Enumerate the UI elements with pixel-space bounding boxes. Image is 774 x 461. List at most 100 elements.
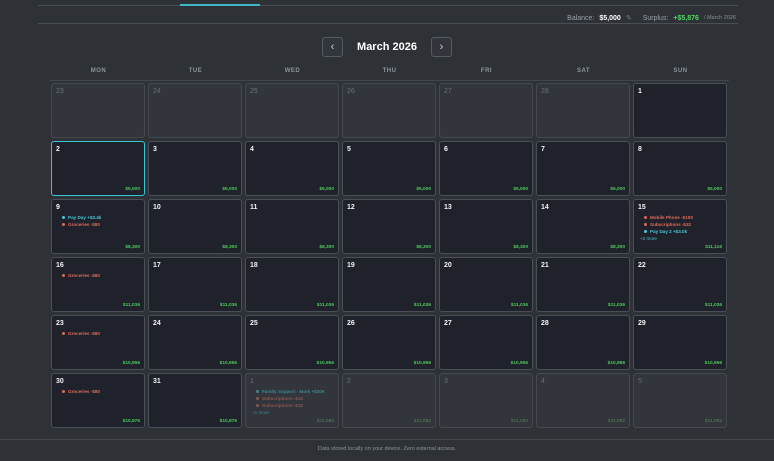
day-balance: $11,036 [704, 303, 722, 308]
day-cell[interactable]: 25 [245, 83, 339, 138]
day-cell[interactable]: 3 $5,000 [148, 141, 242, 196]
day-balance: $5,000 [416, 187, 431, 192]
event-list: Groceries -$80 [56, 330, 140, 337]
event-label: Pay Day +$3.4k [68, 215, 102, 220]
day-cell[interactable]: 13 $8,300 [439, 199, 533, 254]
day-cell[interactable]: 9 Pay Day +$3.4k Groceries -$80 $8,300 [51, 199, 145, 254]
day-cell[interactable]: 18 $11,036 [245, 257, 339, 312]
day-cell[interactable]: 26 $10,956 [342, 315, 436, 370]
day-balance: $11,036 [510, 303, 528, 308]
day-cell[interactable]: 20 $11,036 [439, 257, 533, 312]
day-number: 7 [541, 146, 545, 153]
day-cell[interactable]: 31 $10,876 [148, 373, 242, 428]
weekday-divider [50, 80, 729, 81]
expense-event[interactable]: Subscriptions -$32 [250, 395, 334, 402]
day-balance: $5,000 [319, 187, 334, 192]
day-cell[interactable]: 24 $10,956 [148, 315, 242, 370]
day-cell[interactable]: 14 $8,300 [536, 199, 630, 254]
day-cell[interactable]: 12 $8,300 [342, 199, 436, 254]
day-cell[interactable]: 8 $5,000 [633, 141, 727, 196]
day-cell-today[interactable]: 2 $5,000 [51, 141, 145, 196]
day-cell[interactable]: 15 Mobile Phone -$100 Subscriptions -$32 Pa… [633, 199, 727, 254]
day-number: 11 [250, 204, 258, 211]
expense-event[interactable]: Subscriptions -$32 [638, 221, 722, 228]
expense-event[interactable]: Groceries -$80 [56, 330, 140, 337]
chevron-right-icon: › [439, 41, 444, 53]
income-event[interactable]: Pay Day +$3.4k [56, 214, 140, 221]
day-cell[interactable]: 3 $11,082 [439, 373, 533, 428]
day-number: 27 [444, 88, 452, 95]
day-cell[interactable]: 22 $11,036 [633, 257, 727, 312]
more-events-link[interactable]: +1 more [250, 409, 334, 416]
event-dot-icon [62, 274, 65, 277]
more-events-link[interactable]: +2 more [638, 235, 722, 242]
prev-month-button[interactable]: ‹ [322, 37, 343, 57]
day-balance: $10,956 [510, 361, 528, 366]
day-number: 15 [638, 204, 646, 211]
surplus-period: / March 2026 [703, 15, 736, 21]
day-cell[interactable]: 5 $5,000 [342, 141, 436, 196]
expense-event[interactable]: Subscriptions -$32 [250, 402, 334, 409]
day-balance: $11,036 [607, 303, 625, 308]
next-month-button[interactable]: › [431, 37, 452, 57]
day-cell[interactable]: 1 [633, 83, 727, 138]
day-balance: $8,300 [610, 245, 625, 250]
event-dot-icon [256, 390, 259, 393]
day-number: 2 [347, 378, 351, 385]
day-cell[interactable]: 29 $10,956 [633, 315, 727, 370]
day-cell[interactable]: 2 $11,082 [342, 373, 436, 428]
day-cell[interactable]: 6 $5,000 [439, 141, 533, 196]
event-dot-icon [644, 230, 647, 233]
day-number: 27 [444, 320, 452, 327]
day-cell[interactable]: 21 $11,036 [536, 257, 630, 312]
day-balance: $11,036 [316, 303, 334, 308]
day-number: 23 [56, 88, 64, 95]
day-balance: $10,956 [122, 361, 140, 366]
day-cell[interactable]: 19 $11,036 [342, 257, 436, 312]
day-cell[interactable]: 25 $10,956 [245, 315, 339, 370]
day-cell[interactable]: 30 Groceries -$80 $10,876 [51, 373, 145, 428]
chevron-left-icon: ‹ [330, 41, 335, 53]
expense-event[interactable]: Groceries -$80 [56, 221, 140, 228]
month-navigation: ‹ March 2026 › [0, 37, 774, 57]
expense-event[interactable]: Groceries -$80 [56, 272, 140, 279]
income-event[interactable]: Pay Day 2 +$3.0k [638, 228, 722, 235]
day-cell[interactable]: 11 $8,300 [245, 199, 339, 254]
day-cell[interactable]: 27 $10,956 [439, 315, 533, 370]
day-number: 20 [444, 262, 452, 269]
day-cell[interactable]: 4 $5,000 [245, 141, 339, 196]
day-number: 4 [541, 378, 545, 385]
pencil-icon[interactable]: ✎ [626, 14, 632, 22]
event-label: Groceries -$80 [68, 273, 100, 278]
day-balance: $11,036 [219, 303, 237, 308]
income-event[interactable]: Family Support - Mark +$206 [250, 388, 334, 395]
footer-divider [0, 439, 774, 440]
event-dot-icon [644, 216, 647, 219]
calendar-grid: 23 24 25 26 27 28 1 2 $5,000 3 $5,000 4 $5,000 5 $5,00… [51, 83, 727, 428]
day-cell[interactable]: 4 $11,082 [536, 373, 630, 428]
day-cell[interactable]: 1 Family Support - Mark +$206 Subscription… [245, 373, 339, 428]
day-cell[interactable]: 24 [148, 83, 242, 138]
day-cell[interactable]: 23 [51, 83, 145, 138]
day-number: 1 [250, 378, 254, 385]
day-cell[interactable]: 5 $11,082 [633, 373, 727, 428]
day-balance: $8,300 [125, 245, 140, 250]
event-dot-icon [62, 223, 65, 226]
event-label: Mobile Phone -$100 [650, 215, 693, 220]
day-cell[interactable]: 28 $10,956 [536, 315, 630, 370]
day-cell[interactable]: 7 $5,000 [536, 141, 630, 196]
day-cell[interactable]: 10 $8,300 [148, 199, 242, 254]
day-cell[interactable]: 17 $11,036 [148, 257, 242, 312]
month-title: March 2026 [357, 41, 417, 53]
day-cell[interactable]: 28 [536, 83, 630, 138]
event-list: Groceries -$80 [56, 388, 140, 395]
day-cell[interactable]: 26 [342, 83, 436, 138]
day-number: 12 [347, 204, 355, 211]
day-cell[interactable]: 27 [439, 83, 533, 138]
expense-event[interactable]: Mobile Phone -$100 [638, 214, 722, 221]
expense-event[interactable]: Groceries -$80 [56, 388, 140, 395]
day-cell[interactable]: 23 Groceries -$80 $10,956 [51, 315, 145, 370]
event-label: Groceries -$80 [68, 331, 100, 336]
day-cell[interactable]: 16 Groceries -$80 $11,036 [51, 257, 145, 312]
day-balance: $10,956 [413, 361, 431, 366]
